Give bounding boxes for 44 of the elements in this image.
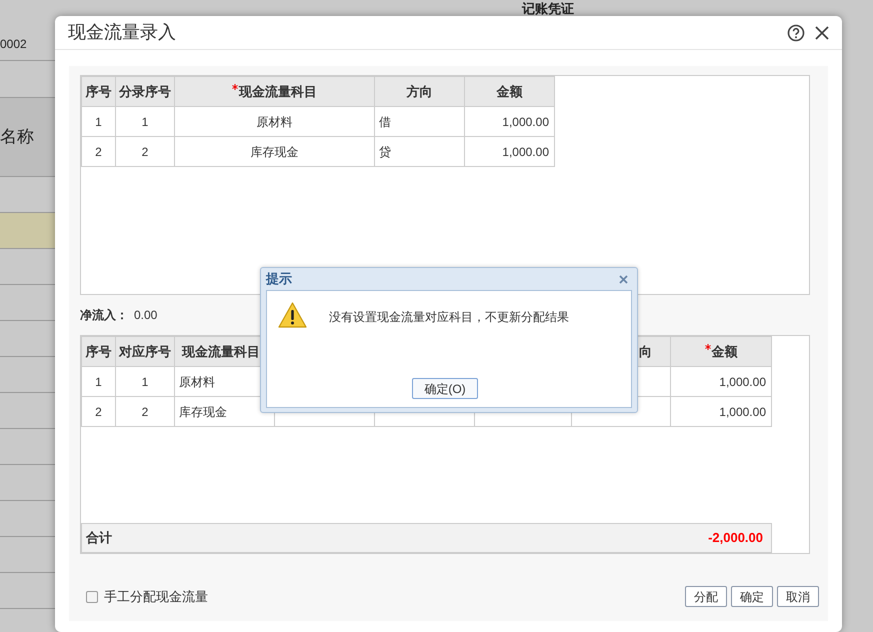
alert-message: 没有设置现金流量对应科目，不更新分配结果 [329, 309, 569, 326]
net-inflow-label: 净流入： [80, 307, 128, 324]
table-cell: 库存现金 [174, 136, 374, 166]
table-cell: 1,000.00 [464, 136, 554, 166]
table-cell: 原材料 [174, 106, 374, 136]
column-header: 序号 [82, 336, 116, 366]
column-header: 金额 [464, 76, 554, 106]
total-label: 合计 [86, 529, 112, 548]
ok-button[interactable]: 确定(O) [412, 378, 478, 399]
close-icon[interactable] [815, 26, 829, 40]
column-header: 序号 [82, 76, 116, 106]
table-cell: 1,000.00 [464, 106, 554, 136]
table-cell: 1,000.00 [670, 366, 772, 396]
warning-icon [278, 302, 307, 328]
help-icon[interactable] [787, 24, 805, 42]
table-cell: 2 [116, 136, 174, 166]
table-cell: 1 [116, 106, 174, 136]
alert-title: 提示 [266, 270, 292, 288]
highlighted-row [0, 212, 56, 248]
voucher-number: 0002 [0, 36, 27, 53]
column-header: 方向 [374, 76, 464, 106]
table-cell: 1 [116, 366, 174, 396]
table-cell: 1 [82, 366, 116, 396]
table-cell: 1,000.00 [670, 396, 772, 426]
table-cell: 2 [82, 396, 116, 426]
table-cell: 借 [374, 106, 464, 136]
table-cell: 2 [82, 136, 116, 166]
table-cell: 贷 [374, 136, 464, 166]
table-cell: 1 [82, 106, 116, 136]
table-cell: 2 [116, 396, 174, 426]
dialog-button[interactable]: 取消 [777, 586, 819, 607]
column-header: 金额 [670, 336, 772, 366]
checkbox-label: 手工分配现金流量 [104, 588, 208, 606]
column-header: 现金流量科目 [174, 76, 374, 106]
page-title: 记账凭证 [522, 1, 574, 16]
window-title: 现金流量录入 [68, 21, 176, 44]
total-value: -2,000.00 [708, 529, 764, 548]
column-header: 名称 [0, 97, 56, 176]
dialog-button[interactable]: 分配 [685, 586, 727, 607]
checkbox[interactable] [86, 590, 98, 602]
dialog-button[interactable]: 确定 [731, 586, 773, 607]
net-inflow-value: 0.00 [134, 307, 158, 324]
column-header: 分录序号 [116, 76, 174, 106]
column-header: 对应序号 [116, 336, 174, 366]
